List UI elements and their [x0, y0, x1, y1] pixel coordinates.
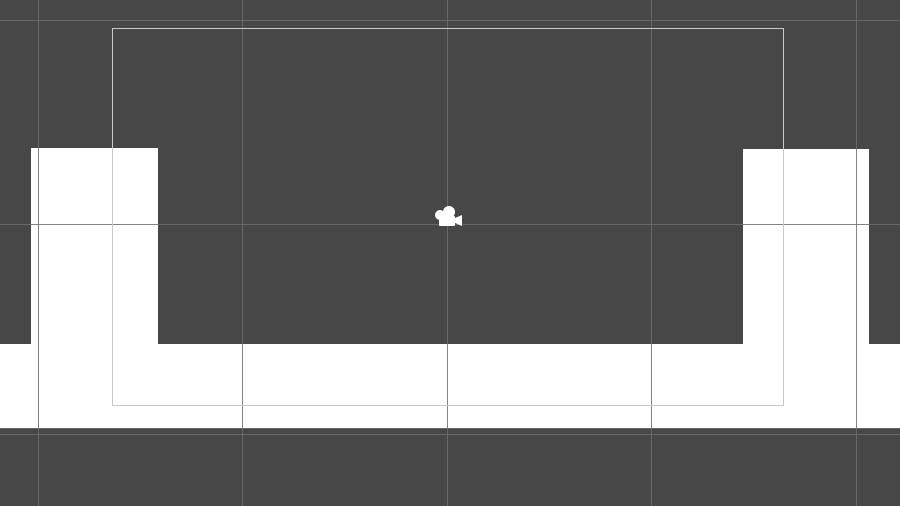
scene-canvas[interactable]: [0, 0, 900, 506]
left-wall-block[interactable]: [31, 148, 158, 428]
right-wall-block[interactable]: [743, 149, 869, 428]
scene-view[interactable]: [0, 0, 900, 506]
